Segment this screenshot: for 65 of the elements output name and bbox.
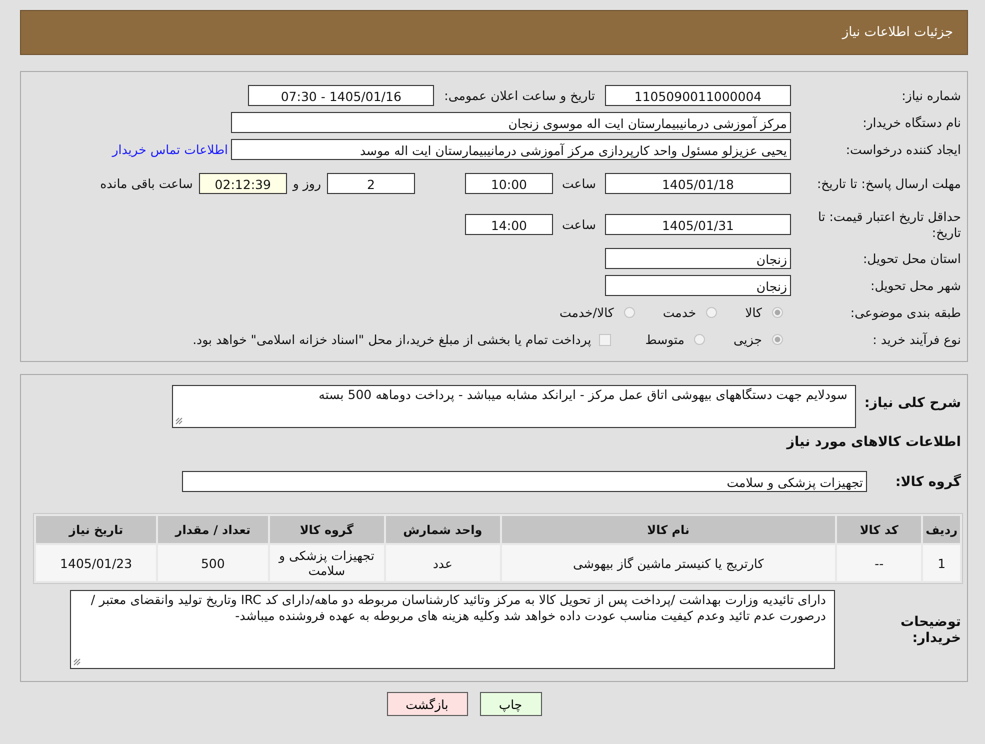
buyer-notes-text: دارای تائیدیه وزارت بهداشت /پرداخت پس از تحویل کالا به مرکز وتائید کارشناسان مربوطه دو ماهه/دارای کد IRC وتاریخ تولید وانقضای معتبر /درصورت عدم تائید وعدم کیفیت مناسب عودت داده خواهد شد وکلیه هزینه های مربوطه به عهده فروشنده میباشد-: [90, 592, 826, 623]
column-header: تاریخ نیاز: [36, 516, 156, 543]
table-cell: کارتریج یا کنیستر ماشین گاز بیهوشی: [502, 545, 836, 581]
announce-date-field: 1405/01/16 - 07:30: [248, 85, 434, 106]
field-label: مهلت ارسال پاسخ: تا تاریخ:: [816, 176, 962, 192]
radio-label: کالا/خدمت: [559, 305, 614, 320]
field-label: نوع فرآیند خرید :: [872, 332, 962, 348]
remaining-time-field: 02:12:39: [198, 173, 287, 194]
field-label: نام دستگاه خریدار:: [862, 114, 962, 130]
table-cell: عدد: [386, 545, 500, 581]
table-cell: 500: [158, 545, 268, 581]
need-number-field: 1105090011000004: [605, 85, 791, 106]
field-label: ایجاد کننده درخواست:: [844, 142, 962, 158]
city-field: زنجان: [605, 275, 791, 296]
field-label: شماره نیاز:: [900, 88, 962, 104]
column-header: تعداد / مقدار: [158, 516, 268, 543]
radio-button[interactable]: [694, 334, 706, 345]
print-button[interactable]: چاپ: [480, 692, 542, 716]
field-label: استان محل تحویل:: [862, 250, 962, 266]
radio-button[interactable]: [706, 307, 718, 318]
table-cell: 1: [923, 545, 960, 581]
radio-label: خدمت: [662, 305, 696, 320]
goods-group-field: تجهیزات پزشکی و سلامت: [182, 471, 867, 492]
field-label: طبقه بندی موضوعی:: [849, 304, 962, 320]
table-cell: 1405/01/23: [36, 545, 156, 581]
buyer-org-field: مرکز آموزشی درمانیبیمارستان ایت اله موسوی زنجان: [231, 112, 791, 133]
deadline-time-field: 10:00: [465, 173, 553, 194]
field-label: شرح کلی نیاز:: [863, 394, 962, 411]
validity-date-field: 1405/01/31: [605, 214, 791, 235]
section-title: اطلاعات کالاهای مورد نیاز: [785, 433, 962, 452]
field-label: روز و: [291, 176, 322, 191]
column-header: ردیف: [923, 516, 960, 543]
province-field: زنجان: [605, 248, 791, 269]
column-header: نام کالا: [502, 516, 836, 543]
radio-label: جزیی: [733, 332, 762, 347]
resize-grip-icon: [175, 417, 184, 425]
field-label: شهر محل تحویل:: [870, 278, 962, 294]
requester-field: یحیی عزیزلو مسئول واحد کارپردازی مرکز آموزشی درمانیبیمارستان ایت اله موسد: [231, 139, 791, 160]
resize-grip-icon: [73, 658, 81, 666]
checkbox-label: پرداخت تمام یا بخشی از مبلغ خرید،از محل "اسناد خزانه اسلامی" خواهد بود.: [192, 332, 592, 347]
column-header: واحد شمارش: [386, 516, 500, 543]
validity-time-field: 14:00: [465, 214, 553, 235]
page-title: جزئیات اطلاعات نیاز: [842, 25, 953, 40]
days-field: 2: [327, 173, 415, 194]
radio-button[interactable]: [772, 334, 783, 345]
field-label: گروه کالا:: [894, 474, 962, 490]
description-text: سودلایم جهت دستگاههای بیهوشی اتاق عمل مرکز - ایرانکد مشابه میباشد - پرداخت دوماهه 500 بسته: [318, 387, 848, 402]
field-label: حداقل تاریخ اعتبار قیمت: تا تاریخ:: [816, 208, 962, 240]
radio-button[interactable]: [624, 307, 635, 318]
table-cell: تجهیزات پزشکی و سلامت: [270, 545, 384, 581]
field-label: ساعت: [560, 217, 597, 232]
radio-label: کالا: [745, 305, 762, 320]
radio-button[interactable]: [772, 307, 783, 318]
field-label: توضیحات خریدار:: [900, 614, 962, 646]
contact-link[interactable]: اطلاعات تماس خریدار: [112, 142, 231, 157]
field-label: ساعت: [560, 176, 597, 191]
back-button[interactable]: بازگشت: [386, 692, 468, 716]
table-cell: --: [837, 545, 922, 581]
column-header: گروه کالا: [270, 516, 384, 543]
radio-label: متوسط: [645, 332, 684, 347]
field-label: ساعت باقی مانده: [99, 176, 194, 191]
checkbox[interactable]: [599, 334, 612, 346]
field-label: تاریخ و ساعت اعلان عمومی:: [443, 88, 596, 103]
column-header: کد کالا: [837, 516, 922, 543]
deadline-date-field: 1405/01/18: [605, 173, 791, 194]
